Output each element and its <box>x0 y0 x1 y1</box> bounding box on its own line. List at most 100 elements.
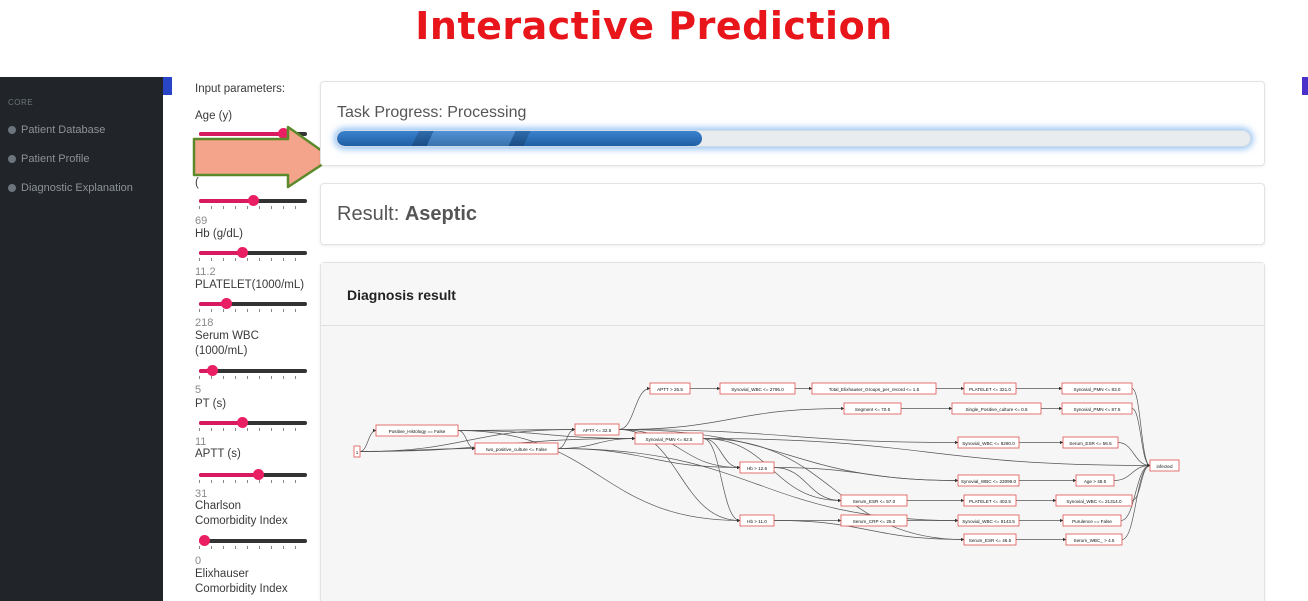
tree-node: Synovial_WBC <= 23099.0 <box>957 474 1020 487</box>
tree-edge <box>557 427 576 449</box>
tree-node-label: Purulence == False <box>1072 519 1112 524</box>
page-title: Interactive Prediction <box>415 4 893 48</box>
circle-icon <box>8 155 16 163</box>
sidebar-item-patient-database[interactable]: Patient Database <box>8 124 105 136</box>
tree-node: Serum_ESR <= 57.0 <box>840 494 908 507</box>
tree-node: Hb > 11.0 <box>739 514 775 527</box>
tree-node: Age > 48.5 <box>1075 474 1115 487</box>
tree-node-label: Synovial_WBC <= 8280.0 <box>962 441 1015 446</box>
slider-ticks <box>199 376 307 379</box>
param-label-elixhauser: Elixhauser Comorbidity Index <box>195 568 288 595</box>
slider-fill <box>199 421 243 425</box>
tree-node: 1 <box>353 445 361 458</box>
tree-node: two_positive_culture <= False <box>474 442 559 455</box>
slider-thumb[interactable] <box>199 535 210 546</box>
tree-node-label: APTT > 26.5 <box>657 387 683 392</box>
sidebar: CORE Patient Database Patient Profile Di… <box>0 77 163 601</box>
tree-node-label: Age > 48.5 <box>1084 479 1107 484</box>
tree-edge <box>1131 408 1151 468</box>
tree-node-label: Single_Positive_culture <= 0.5 <box>965 407 1028 412</box>
tree-edge <box>557 448 741 470</box>
slider-thumb[interactable] <box>253 469 265 480</box>
platelet-value: 218 <box>195 317 214 329</box>
tree-node-label: Serum_CRP <= 25.0 <box>853 519 896 524</box>
tree-edge <box>773 467 842 503</box>
tree-node-label: infected <box>1156 464 1173 469</box>
tree-node: Synovial_PMN <= 83.0 <box>1061 382 1133 395</box>
sidebar-item-patient-profile[interactable]: Patient Profile <box>8 153 89 165</box>
tree-node-label: APTT <= 32.5 <box>583 428 612 433</box>
hb-value: 11.2 <box>195 266 216 278</box>
param-label-age: Age (y) <box>195 110 233 122</box>
slider-fill <box>199 199 253 203</box>
tree-edge <box>1117 442 1151 468</box>
tree-node: Serum_ESR <= 56.5 <box>1062 436 1119 449</box>
tree-node: Synovial_PMN <= 82.5 <box>634 432 704 445</box>
slider-fill <box>199 251 243 255</box>
sidebar-item-label: Diagnostic Explanation <box>21 182 133 194</box>
slider-thumb[interactable] <box>206 365 218 376</box>
tree-node-label: PLATELET <= 402.5 <box>969 499 1011 504</box>
tree-edge <box>702 438 741 523</box>
tree-node: Synovial_WBC <= 8280.0 <box>957 436 1020 449</box>
result-value: Aseptic <box>404 203 478 225</box>
serum-wbc-slider[interactable] <box>199 364 307 379</box>
slider-track <box>199 539 307 543</box>
charlson-slider[interactable] <box>199 534 307 549</box>
sidebar-item-label: Patient Profile <box>21 153 90 165</box>
tree-node-label: Synovial_PMN <= 82.5 <box>646 437 693 442</box>
tree-node-label: PLATELET <= 321.0 <box>969 387 1011 392</box>
param-label-aptt: APTT (s) <box>195 448 241 460</box>
sidebar-item-diagnostic-explanation[interactable]: Diagnostic Explanation <box>8 182 133 194</box>
progress-bar <box>336 130 1251 147</box>
tree-node: Serum_WBC_ > 4.5 <box>1065 533 1123 546</box>
slider-thumb[interactable] <box>248 195 259 206</box>
tree-node: Positive_Histology == False <box>375 424 459 437</box>
sidebar-heading: CORE <box>8 98 34 107</box>
param-label-serum-wbc: Serum WBC (1000/mL) <box>195 330 259 357</box>
tree-edge <box>1113 463 1151 481</box>
tree-node-label: Synovial_PMN <= 87.5 <box>1074 407 1121 412</box>
tree-node-label: Hb > 12.5 <box>747 466 767 471</box>
sidebar-accent <box>163 77 172 95</box>
circle-icon <box>8 126 16 134</box>
progress-title: Task Progress: Processing <box>337 104 527 121</box>
tree-node-label: Hb > 11.0 <box>747 519 767 524</box>
tree-edge <box>359 428 377 452</box>
tree-node-label: Serum_WBC_ > 4.5 <box>1074 538 1115 543</box>
param-value-2: 69 <box>195 215 208 227</box>
hb-slider[interactable] <box>199 246 307 261</box>
tree-node: Synovial_PMN <= 87.5 <box>1061 402 1133 415</box>
result-line: Result: Aseptic <box>337 203 477 226</box>
aptt-slider[interactable] <box>199 468 307 483</box>
slider-ticks <box>199 546 307 549</box>
circle-icon <box>8 184 16 192</box>
tree-node-label: Synovial_PMN <= 83.0 <box>1074 387 1121 392</box>
tree-node-label: Total_Elixhauser_Groups_per_record <= 1.… <box>829 387 920 392</box>
slider-thumb[interactable] <box>221 298 232 309</box>
tree-node-label: Serum_ESR <= 46.5 <box>969 538 1012 543</box>
slider-fill <box>199 473 259 477</box>
tree-node-label: two_positive_culture <= False <box>486 447 547 452</box>
param-label-charlson: Charlson Comorbidity Index <box>195 500 288 527</box>
tree-node: Synovial_WBC <= 2795.0 <box>719 382 796 395</box>
tree-node: Synovial_WBC <= 8143.5 <box>957 514 1020 527</box>
slider-thumb[interactable] <box>237 247 249 258</box>
tree-node-label: Serum_ESR <= 57.0 <box>853 499 896 504</box>
task-progress-card: Task Progress: Processing <box>320 81 1265 166</box>
diagnosis-card: Diagnosis result 1 Positive_Histology == … <box>320 262 1265 601</box>
pt-slider[interactable] <box>199 416 307 431</box>
tree-node-label: Segment <= 70.5 <box>855 407 891 412</box>
tree-node: Serum_CRP <= 25.0 <box>840 514 908 527</box>
tree-edge <box>1120 463 1151 521</box>
slider-thumb[interactable] <box>237 417 249 428</box>
result-prefix: Result: <box>337 203 405 225</box>
tree-node: Single_Positive_culture <= 0.5 <box>951 402 1042 415</box>
progress-fill <box>337 131 703 146</box>
tree-edge <box>557 448 959 523</box>
tree-node: Serum_ESR <= 46.5 <box>963 533 1017 546</box>
param-slider-2[interactable] <box>199 194 307 209</box>
tree-edge <box>1131 388 1151 468</box>
platelet-slider[interactable] <box>199 297 307 312</box>
tree-node: PLATELET <= 321.0 <box>963 382 1017 395</box>
